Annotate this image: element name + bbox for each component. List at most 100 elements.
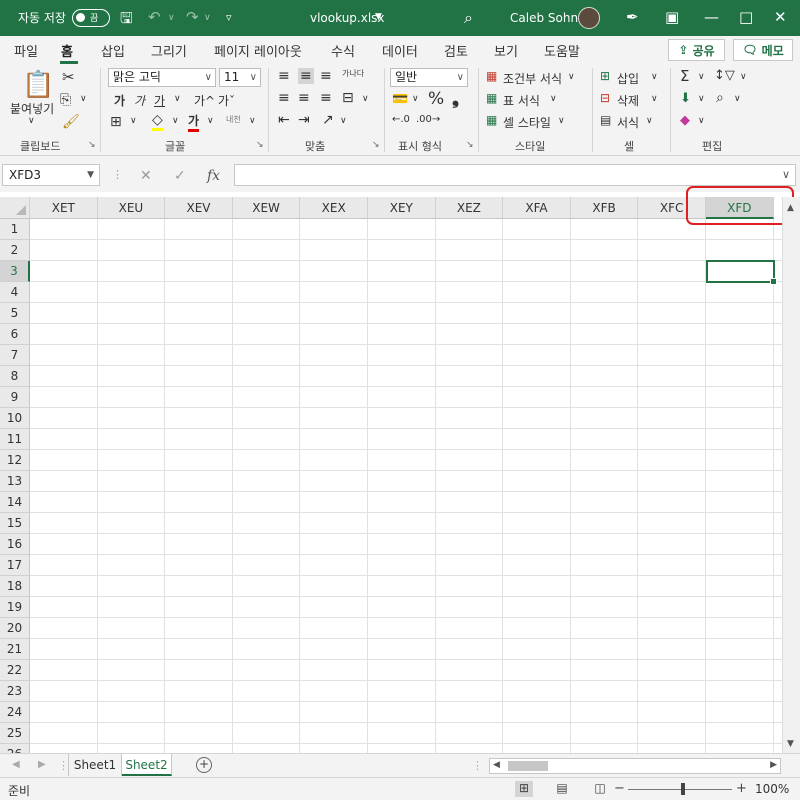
zoom-out-icon[interactable]: − [614,781,625,796]
tab-page-layout[interactable]: 페이지 레이아웃 [214,41,302,60]
sheet-tab-sheet1[interactable]: Sheet1 [68,754,122,776]
row-header-10[interactable]: 10 [0,408,30,429]
border-icon[interactable]: ⊞ [110,114,122,130]
copy-icon[interactable]: ⎘ [60,92,71,108]
comma-button[interactable]: ❟ [452,88,459,109]
underline-dropdown-icon[interactable]: ∨ [174,94,181,104]
name-box[interactable]: XFD3 ▼ [2,164,100,186]
row-header-8[interactable]: 8 [0,366,30,387]
orientation-icon[interactable]: ↗ [322,112,334,128]
insert-cells-icon[interactable]: ⊞ [600,69,610,83]
shrink-font-button[interactable]: 가ˇ [218,92,235,109]
increase-decimal-icon[interactable]: ←.0 [392,114,410,125]
column-header-xeu[interactable]: XEU [97,197,166,219]
row-header-6[interactable]: 6 [0,324,30,345]
cut-icon[interactable]: ✂ [62,68,75,86]
add-sheet-button[interactable]: + [196,757,212,773]
cell-style-dropdown-icon[interactable]: ∨ [558,116,565,126]
row-header-9[interactable]: 9 [0,387,30,408]
tab-data[interactable]: 데이터 [382,41,418,60]
row-header-1[interactable]: 1 [0,219,30,240]
fill-dropdown-icon[interactable]: ∨ [698,94,705,104]
row-header-2[interactable]: 2 [0,240,30,261]
formula-input[interactable]: ∨ [234,164,796,186]
user-name[interactable]: Caleb Sohn [510,11,578,25]
tab-split-handle-icon[interactable]: ⋮ [472,759,483,772]
tab-file[interactable]: 파일 [14,41,38,60]
maximize-icon[interactable]: □ [739,8,753,26]
format-cells-icon[interactable]: ▤ [600,113,611,127]
share-button[interactable]: ⇪ 공유 [668,39,725,61]
horizontal-scroll-thumb[interactable] [508,761,548,771]
redo-dropdown-icon[interactable]: ∨ [204,13,211,23]
percent-button[interactable]: % [428,89,444,109]
row-header-14[interactable]: 14 [0,492,30,513]
row-header-26[interactable]: 26 [0,744,30,753]
insert-cells-button[interactable]: 삽입 [617,70,639,87]
bold-button[interactable]: 가 [114,92,125,109]
next-sheet-icon[interactable]: ▶ [38,759,46,770]
row-header-20[interactable]: 20 [0,618,30,639]
increase-indent-icon[interactable]: ⇥ [298,112,310,128]
accounting-dropdown-icon[interactable]: ∨ [412,94,419,104]
row-header-7[interactable]: 7 [0,345,30,366]
vertical-scrollbar[interactable]: ▲ ▼ [782,197,800,753]
clear-icon[interactable]: ◆ [680,113,690,128]
search-icon[interactable]: ⌕ [464,8,473,28]
tab-insert[interactable]: 삽입 [101,41,125,60]
page-break-view-icon[interactable]: ◫ [591,781,609,797]
column-header-xex[interactable]: XEX [300,197,368,219]
merge-center-icon[interactable]: ⊟ [342,90,354,106]
column-header-xet[interactable]: XET [30,197,98,219]
tab-help[interactable]: 도움말 [544,41,580,60]
find-select-icon[interactable]: ⌕ [716,90,724,106]
sheet-tab-sheet2[interactable]: Sheet2 [122,754,172,776]
more-options-icon[interactable]: ⋮ [112,168,123,181]
scroll-left-icon[interactable]: ◀ [493,760,500,770]
align-bottom-icon[interactable]: ≡ [320,68,332,84]
font-size-select[interactable]: 11 ∨ [219,68,261,87]
font-color-dropdown-icon[interactable]: ∨ [207,116,214,126]
conditional-format-dropdown-icon[interactable]: ∨ [568,72,575,82]
row-header-17[interactable]: 17 [0,555,30,576]
user-avatar[interactable] [578,7,600,29]
paste-label[interactable]: 붙여넣기 [10,100,54,117]
sort-filter-dropdown-icon[interactable]: ∨ [740,72,747,82]
decrease-indent-icon[interactable]: ⇤ [278,112,290,128]
prev-sheet-icon[interactable]: ◀ [12,759,20,770]
alignment-launcher-icon[interactable]: ↘ [372,140,380,150]
font-color-button[interactable]: 가 [188,112,200,132]
row-header-21[interactable]: 21 [0,639,30,660]
conditional-format-button[interactable]: 조건부 서식 [503,70,562,87]
insert-function-button[interactable]: fx [207,168,220,184]
horizontal-scrollbar[interactable]: ◀ ▶ [489,758,781,774]
format-cells-button[interactable]: 서식 [617,114,639,131]
clipboard-launcher-icon[interactable]: ↘ [88,140,96,150]
grow-font-button[interactable]: 가^ [194,92,215,109]
row-header-25[interactable]: 25 [0,723,30,744]
cell-style-icon[interactable]: ▦ [486,113,497,127]
comments-button[interactable]: 🗨 메모 [733,39,793,61]
enter-icon[interactable]: ✓ [174,168,186,184]
close-icon[interactable]: ✕ [774,8,787,26]
row-header-24[interactable]: 24 [0,702,30,723]
row-header-11[interactable]: 11 [0,429,30,450]
orientation-button[interactable]: 가나다 [342,68,364,79]
phonetic-button[interactable]: 내천 [226,114,241,125]
underline-button[interactable]: 가 [154,92,165,109]
row-header-16[interactable]: 16 [0,534,30,555]
number-launcher-icon[interactable]: ↘ [466,140,474,150]
align-top-icon[interactable]: ≡ [278,68,290,84]
column-header-xev[interactable]: XEV [165,197,233,219]
align-left-icon[interactable]: ≡ [278,90,290,106]
column-header-xfa[interactable]: XFA [503,197,571,219]
column-header-xey[interactable]: XEY [368,197,436,219]
insert-dropdown-icon[interactable]: ∨ [651,72,658,82]
zoom-level[interactable]: 100% [755,782,789,796]
page-layout-view-icon[interactable]: ▤ [553,781,571,797]
align-right-icon[interactable]: ≡ [320,90,332,106]
filename-dropdown-icon[interactable]: ▼ [375,12,382,22]
row-header-4[interactable]: 4 [0,282,30,303]
paste-icon[interactable]: 📋 [22,70,54,100]
zoom-in-icon[interactable]: + [736,781,747,796]
